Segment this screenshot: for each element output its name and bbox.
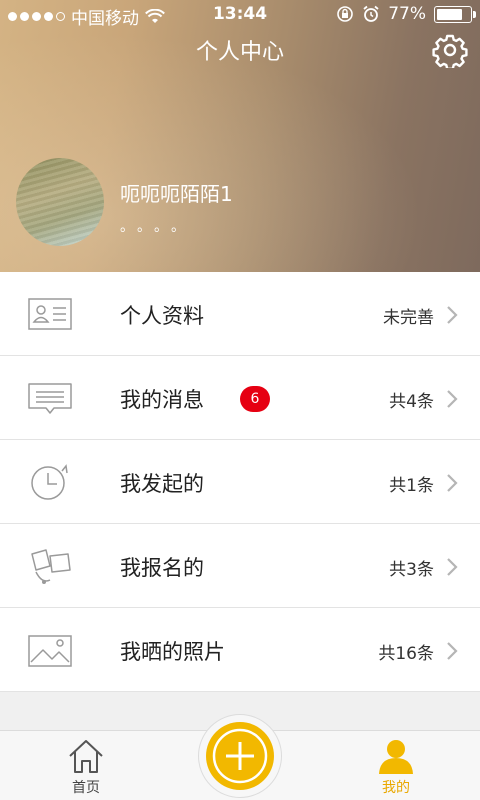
alarm-icon bbox=[363, 5, 379, 22]
battery-icon bbox=[434, 5, 476, 23]
signature: 。。。。 bbox=[120, 219, 195, 235]
tab-me[interactable]: 我的 bbox=[336, 731, 456, 800]
avatar[interactable] bbox=[16, 158, 104, 246]
menu-label-signed-up: 我报名的 bbox=[120, 556, 204, 580]
menu-item-initiated[interactable]: 我发起的 共1条 bbox=[0, 440, 480, 524]
page-title: 个人中心 bbox=[195, 40, 284, 65]
menu-label-messages: 我的消息 bbox=[120, 388, 204, 412]
menu-value-photos: 共16条 bbox=[378, 644, 434, 664]
chevron-right-icon bbox=[447, 558, 458, 576]
battery-percent: 77% bbox=[388, 4, 426, 24]
profile-menu: 个人资料 未完善 我的消息 6 共4条 我发起的 共1条 我报名的 共3条 我晒… bbox=[0, 272, 480, 692]
profile-header: 中国移动 13:44 77% 个人中心 呃呃呃陌陌1 。。。。 bbox=[0, 0, 480, 272]
chevron-right-icon bbox=[447, 642, 458, 660]
menu-item-profile[interactable]: 个人资料 未完善 bbox=[0, 272, 480, 356]
rotation-lock-icon bbox=[337, 6, 354, 22]
menu-item-signed-up[interactable]: 我报名的 共3条 bbox=[0, 524, 480, 608]
home-icon bbox=[69, 740, 103, 773]
plus-icon bbox=[212, 728, 268, 784]
menu-label-initiated: 我发起的 bbox=[120, 472, 204, 496]
message-icon bbox=[28, 383, 72, 414]
settings-button[interactable] bbox=[432, 32, 468, 70]
menu-value-initiated: 共1条 bbox=[389, 476, 434, 496]
tab-home[interactable]: 首页 bbox=[26, 731, 146, 800]
clock-icon bbox=[31, 464, 68, 500]
id-card-icon bbox=[28, 298, 72, 330]
tab-home-label: 首页 bbox=[72, 780, 100, 796]
chevron-right-icon bbox=[447, 306, 458, 324]
chevron-right-icon bbox=[447, 390, 458, 408]
menu-label-profile: 个人资料 bbox=[120, 304, 204, 328]
photo-icon bbox=[28, 635, 72, 667]
menu-label-photos: 我晒的照片 bbox=[120, 640, 225, 664]
add-button[interactable] bbox=[206, 722, 274, 790]
status-bar: 中国移动 13:44 77% bbox=[0, 0, 480, 30]
menu-item-photos[interactable]: 我晒的照片 共16条 bbox=[0, 608, 480, 692]
user-icon bbox=[379, 740, 413, 774]
menu-value-profile: 未完善 bbox=[383, 308, 434, 328]
chevron-right-icon bbox=[447, 474, 458, 492]
username: 呃呃呃陌陌1 bbox=[120, 182, 233, 206]
menu-value-signed-up: 共3条 bbox=[389, 560, 434, 580]
menu-item-messages[interactable]: 我的消息 6 共4条 bbox=[0, 356, 480, 440]
menu-value-messages: 共4条 bbox=[389, 392, 434, 412]
unread-badge: 6 bbox=[240, 386, 270, 412]
signup-icon bbox=[31, 549, 71, 584]
battery-fill bbox=[437, 8, 462, 20]
status-right: 77% bbox=[336, 4, 476, 24]
tab-me-label: 我的 bbox=[382, 780, 410, 796]
gear-icon bbox=[432, 34, 468, 70]
